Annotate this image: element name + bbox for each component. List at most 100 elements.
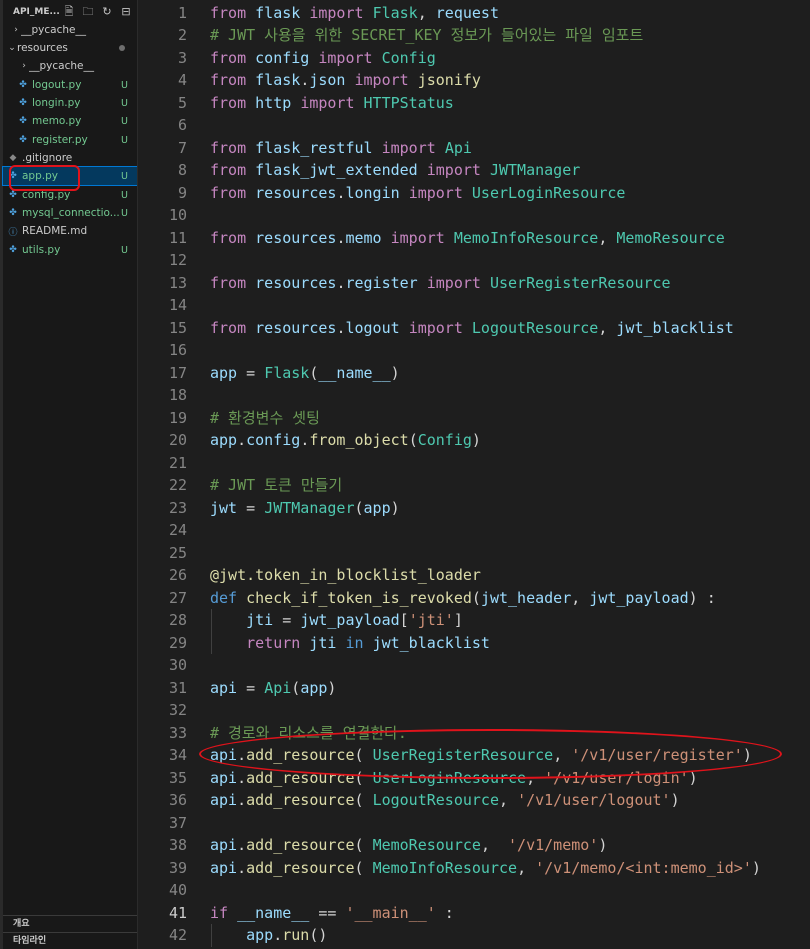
- code-line[interactable]: 10: [139, 204, 810, 227]
- code-line[interactable]: 18: [139, 384, 810, 407]
- outline-section[interactable]: 개요: [3, 915, 137, 932]
- code-token: api: [210, 791, 238, 809]
- code-editor[interactable]: 1 from flask import Flask, request 2 # JWT …: [139, 0, 810, 949]
- code-line[interactable]: 13 from resources.register import UserReg…: [139, 272, 810, 295]
- code-line[interactable]: 22 # JWT 토큰 만들기: [139, 474, 810, 497]
- code-token: import: [309, 3, 364, 22]
- code-line[interactable]: 19 # 환경변수 셋팅: [139, 407, 810, 430]
- code-line[interactable]: 7 from flask_restful import Api: [139, 137, 810, 160]
- new-file-icon[interactable]: 🗎: [61, 5, 77, 19]
- python-file-icon: ✤: [19, 98, 27, 108]
- tree-item[interactable]: ✤ register.py U: [3, 131, 137, 149]
- code-line[interactable]: 17 app = Flask(__name__): [139, 362, 810, 385]
- code-token: .: [237, 791, 247, 809]
- code-token: __name__: [318, 363, 391, 382]
- line-number: 14: [168, 296, 187, 314]
- code-line[interactable]: 26 @jwt.token_in_blocklist_loader: [139, 564, 810, 587]
- line-number: 24: [168, 521, 187, 539]
- code-token: (): [309, 926, 328, 944]
- code-line[interactable]: 25: [139, 542, 810, 565]
- code-token: ,: [480, 836, 509, 854]
- timeline-section[interactable]: 타임라인: [3, 932, 137, 949]
- tree-item[interactable]: › __pycache__: [3, 57, 137, 75]
- code-line[interactable]: 20 app.config.from_object(Config): [139, 429, 810, 452]
- code-token: jwt_blacklist: [372, 633, 490, 652]
- code-line[interactable]: 16: [139, 339, 810, 362]
- code-token: @jwt.token_in_blocklist_loader: [210, 566, 481, 584]
- line-number: 6: [177, 116, 187, 134]
- code-token: add_resource: [246, 858, 355, 877]
- code-line[interactable]: 21: [139, 452, 810, 475]
- line-number: 42: [168, 926, 187, 944]
- git-status-badge: U: [121, 189, 128, 201]
- code-line[interactable]: 31 api = Api(app): [139, 677, 810, 700]
- code-line[interactable]: 3 from config import Config: [139, 47, 810, 70]
- code-token: add_resource: [246, 836, 355, 854]
- code-token: UserLoginResource: [471, 183, 626, 202]
- python-file-icon: ✤: [9, 208, 17, 218]
- code-line[interactable]: 39 api.add_resource( MemoInfoResource, '/…: [139, 857, 810, 880]
- code-token: ,: [571, 588, 590, 607]
- code-token: from: [210, 3, 247, 22]
- code-line[interactable]: 12: [139, 249, 810, 272]
- code-token: app: [210, 431, 238, 449]
- tree-item[interactable]: › __pycache__: [3, 21, 137, 39]
- code-line[interactable]: 1 from flask import Flask, request: [139, 2, 810, 25]
- code-line[interactable]: 8 from flask_jwt_extended import JWTManag…: [139, 159, 810, 182]
- code-line[interactable]: 23 jwt = JWTManager(app): [139, 497, 810, 520]
- code-line[interactable]: 2 # JWT 사용을 위한 SECRET_KEY 정보가 들어있는 파일 임포트: [139, 24, 810, 47]
- code-line[interactable]: 40: [139, 879, 810, 902]
- code-line[interactable]: 11 from resources.memo import MemoInfoRes…: [139, 227, 810, 250]
- code-line[interactable]: 37: [139, 812, 810, 835]
- tree-item[interactable]: ✤ logout.py U: [3, 76, 137, 94]
- project-title[interactable]: API_ME...: [3, 7, 60, 17]
- tree-item[interactable]: ✤ mysql_connectio... U: [3, 204, 137, 222]
- code-token: jwt_blacklist: [616, 318, 734, 337]
- code-token: Api: [444, 138, 472, 157]
- code-line[interactable]: 42 app.run(): [139, 924, 810, 947]
- code-line[interactable]: 36 api.add_resource( LogoutResource, '/v1…: [139, 789, 810, 812]
- code-line[interactable]: 14: [139, 294, 810, 317]
- code-token: =: [273, 611, 301, 629]
- code-token: import: [381, 138, 436, 157]
- code-token: ): [390, 363, 400, 382]
- code-line[interactable]: 32: [139, 699, 810, 722]
- python-file-icon: ✤: [19, 80, 27, 90]
- code-line[interactable]: 30: [139, 654, 810, 677]
- code-token: (: [354, 858, 373, 877]
- code-token: from: [210, 183, 247, 202]
- line-number: 18: [168, 386, 187, 404]
- code-line[interactable]: 41 if __name__ == '__main__' :: [139, 902, 810, 925]
- code-line[interactable]: 24: [139, 519, 810, 542]
- code-line[interactable]: 5 from http import HTTPStatus: [139, 92, 810, 115]
- tree-item[interactable]: ⌄ resources: [3, 39, 137, 57]
- code-text: # 환경변수 셋팅: [210, 407, 320, 430]
- code-text: def check_if_token_is_revoked(jwt_header…: [210, 587, 716, 610]
- tree-item[interactable]: ✤ longin.py U: [3, 94, 137, 112]
- tree-item[interactable]: ✤ utils.py U: [3, 241, 137, 259]
- line-number: 10: [168, 206, 187, 224]
- tree-item[interactable]: ✤ memo.py U: [3, 112, 137, 130]
- code-line[interactable]: 9 from resources.longin import UserLoginR…: [139, 182, 810, 205]
- code-text: from flask_restful import Api: [210, 137, 472, 160]
- code-line[interactable]: 29 return jti in jwt_blacklist: [139, 632, 810, 655]
- code-line[interactable]: 6: [139, 114, 810, 137]
- tree-item-label: .gitignore: [22, 152, 73, 164]
- code-line[interactable]: 4 from flask.json import jsonify: [139, 69, 810, 92]
- refresh-icon[interactable]: ↻: [99, 5, 115, 19]
- code-line[interactable]: 38 api.add_resource( MemoResource, '/v1/m…: [139, 834, 810, 857]
- code-line[interactable]: 15 from resources.logout import LogoutRes…: [139, 317, 810, 340]
- code-token: memo: [345, 228, 382, 247]
- chevron-down-icon: ⌄: [8, 43, 16, 53]
- collapse-icon[interactable]: ⊟: [118, 5, 134, 19]
- code-line[interactable]: 27 def check_if_token_is_revoked(jwt_head…: [139, 587, 810, 610]
- line-number: 28: [168, 611, 187, 629]
- code-line[interactable]: 28 jti = jwt_payload['jti']: [139, 609, 810, 632]
- tree-item[interactable]: ⓘ README.md: [3, 222, 137, 240]
- new-folder-icon[interactable]: 🗀: [80, 5, 96, 19]
